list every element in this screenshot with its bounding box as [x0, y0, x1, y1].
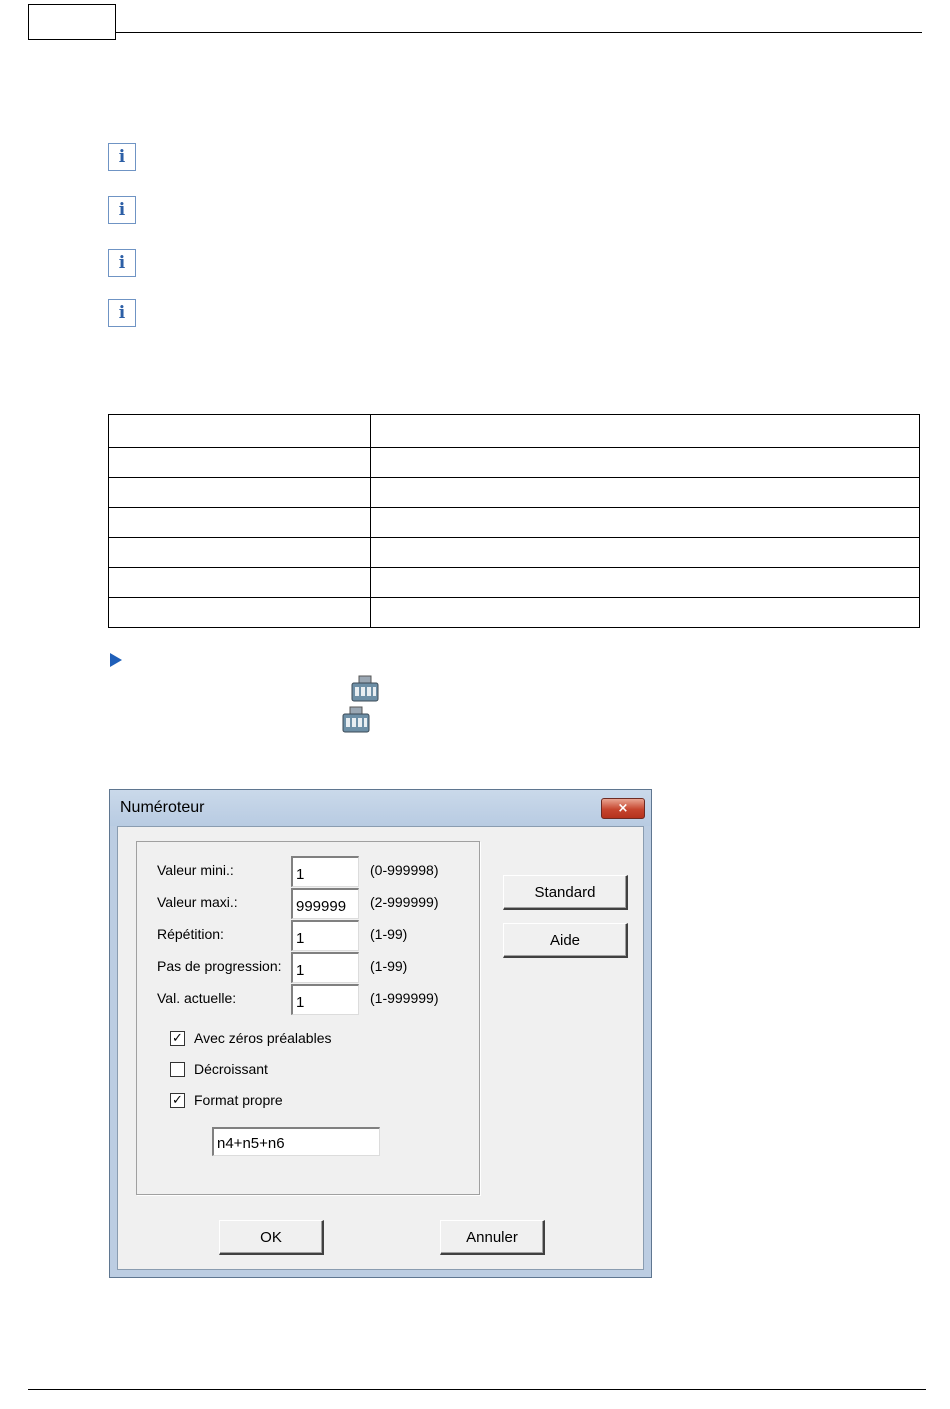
current-value-range: (1-999999) — [370, 990, 439, 1006]
leading-zeros-label: Avec zéros préalables — [194, 1030, 332, 1046]
check-icon: ✓ — [172, 1093, 183, 1108]
info-icon: i — [108, 196, 136, 224]
min-value-label: Valeur mini.: — [157, 862, 234, 878]
table-row — [108, 537, 920, 568]
header-rule — [116, 32, 922, 33]
standard-button[interactable]: Standard — [503, 875, 628, 910]
info-icon: i — [108, 249, 136, 277]
current-value-label: Val. actuelle: — [157, 990, 237, 1006]
custom-format-input[interactable] — [212, 1127, 380, 1156]
arrow-right-icon — [110, 653, 122, 667]
info-icon: i — [108, 143, 136, 171]
help-button[interactable]: Aide — [503, 923, 628, 958]
reference-table — [108, 414, 920, 628]
repetition-range: (1-99) — [370, 926, 408, 942]
ok-button[interactable]: OK — [219, 1220, 324, 1255]
numeroteur-dialog: Numéroteur × Valeur mini.: (0-999998) Va… — [109, 789, 652, 1278]
close-icon: × — [617, 801, 629, 816]
leading-zeros-checkbox[interactable]: ✓ — [170, 1031, 185, 1046]
dialog-client-area: Valeur mini.: (0-999998) Valeur maxi.: (… — [117, 826, 644, 1270]
step-label: Pas de progression: — [157, 958, 282, 974]
custom-format-label: Format propre — [194, 1092, 283, 1108]
close-button[interactable]: × — [601, 798, 645, 819]
repetition-input[interactable] — [291, 920, 359, 951]
numbering-machine-icon — [342, 706, 370, 733]
page-number-box — [28, 4, 116, 40]
table-row — [108, 567, 920, 598]
check-icon: ✓ — [172, 1031, 183, 1046]
dialog-titlebar[interactable]: Numéroteur × — [110, 790, 651, 826]
table-row — [108, 477, 920, 508]
table-row — [108, 414, 920, 448]
cancel-button[interactable]: Annuler — [440, 1220, 545, 1255]
min-value-range: (0-999998) — [370, 862, 439, 878]
table-row — [108, 507, 920, 538]
step-range: (1-99) — [370, 958, 408, 974]
dialog-title: Numéroteur — [120, 799, 205, 816]
info-icon: i — [108, 299, 136, 327]
footer-rule — [28, 1389, 926, 1390]
numbering-machine-icon — [351, 675, 379, 702]
min-value-input[interactable] — [291, 856, 359, 887]
decreasing-label: Décroissant — [194, 1061, 268, 1077]
table-row — [108, 447, 920, 478]
settings-groupbox: Valeur mini.: (0-999998) Valeur maxi.: (… — [136, 841, 480, 1195]
current-value-input[interactable] — [291, 984, 359, 1015]
max-value-range: (2-999999) — [370, 894, 439, 910]
table-row — [108, 597, 920, 628]
max-value-input[interactable] — [291, 888, 359, 919]
decreasing-checkbox[interactable] — [170, 1062, 185, 1077]
step-input[interactable] — [291, 952, 359, 983]
repetition-label: Répétition: — [157, 926, 224, 942]
custom-format-checkbox[interactable]: ✓ — [170, 1093, 185, 1108]
max-value-label: Valeur maxi.: — [157, 894, 238, 910]
